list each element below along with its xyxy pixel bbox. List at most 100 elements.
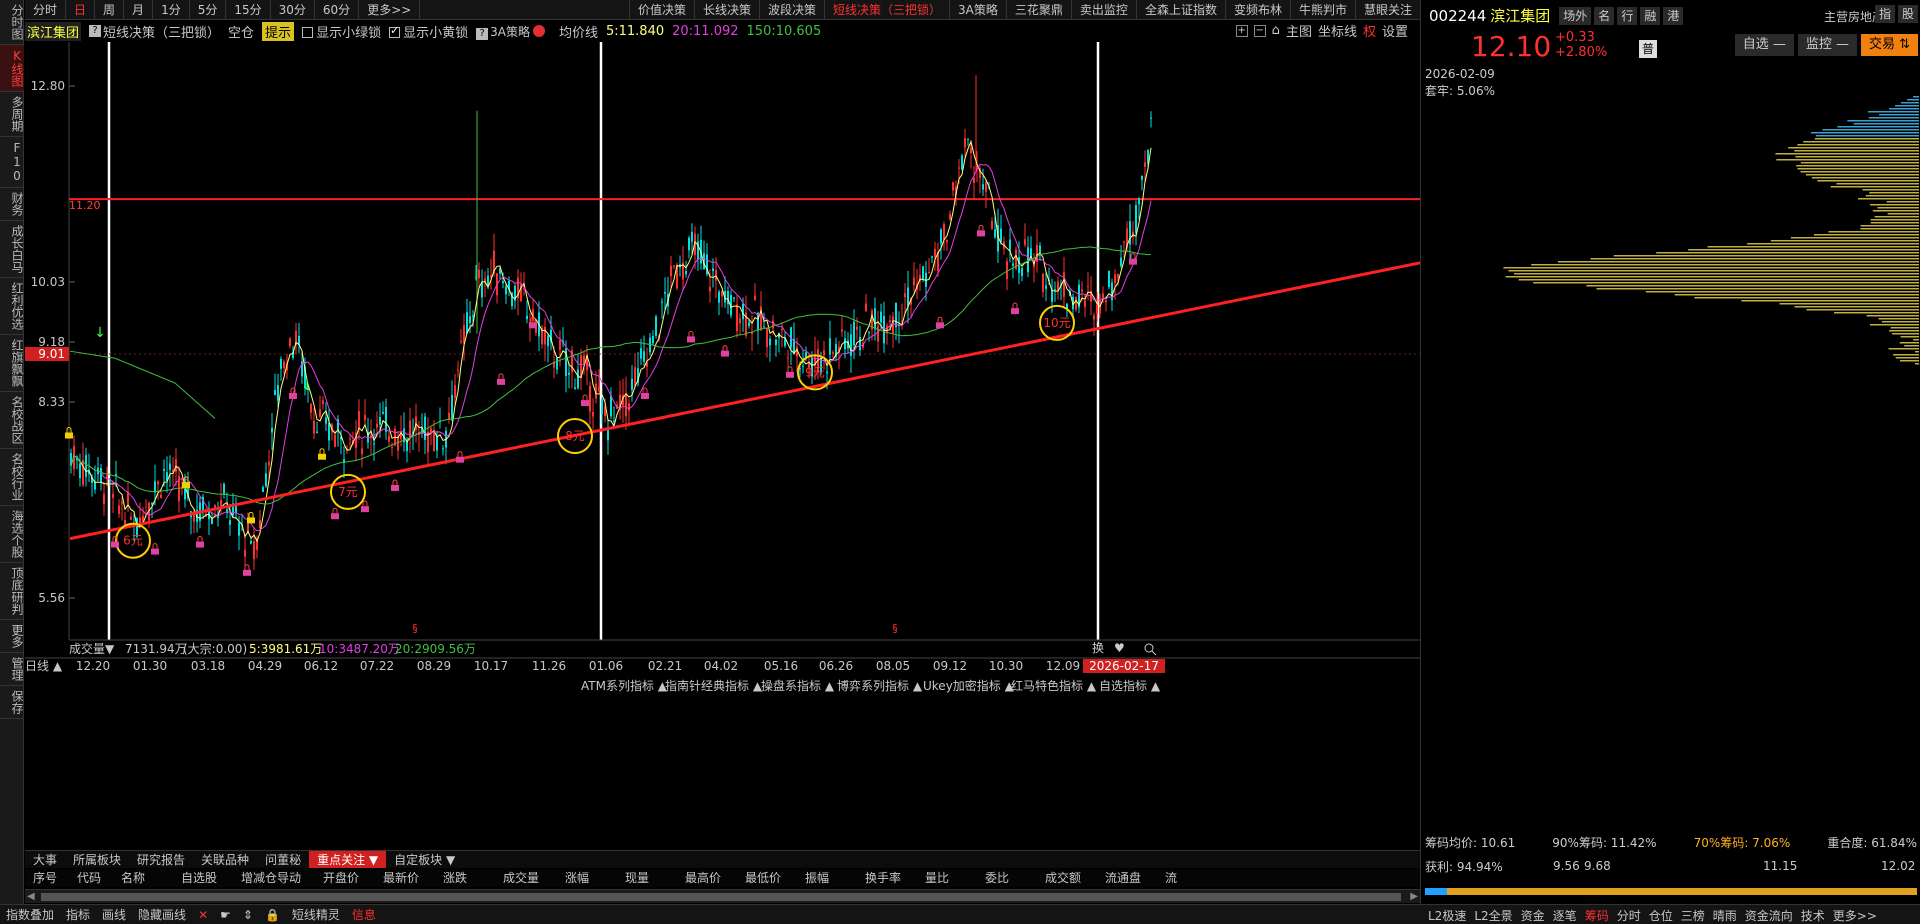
table-column-header[interactable]: 序号 — [25, 869, 69, 887]
statusbar-item[interactable]: 短线精灵 — [286, 906, 346, 923]
bottom-tab[interactable]: 关联品种 — [193, 851, 257, 868]
indicator-tab[interactable]: 红马特色指标 ▲ — [1011, 678, 1097, 693]
strategy-tab[interactable]: 价值决策 — [628, 0, 694, 20]
period-button[interactable]: 分时 — [25, 0, 67, 20]
settings-button[interactable]: 设置 — [1382, 21, 1408, 40]
strategy-tab[interactable]: 三花聚鼎 — [1005, 0, 1071, 20]
bottom-tab[interactable]: 研究报告 — [129, 851, 193, 868]
scroll-right-arrow[interactable]: ▶ — [1410, 891, 1418, 902]
3a-strategy[interactable]: ? 3A策略 — [476, 23, 545, 40]
right-bottom-tab[interactable]: 逐笔 — [1549, 907, 1581, 924]
indicator-tab[interactable]: 指南针经典指标 ▲ — [665, 678, 763, 693]
strategy-tab[interactable]: 慧眼关注 — [1354, 0, 1420, 20]
stock-tag[interactable]: 场外 — [1559, 7, 1592, 25]
period-button[interactable]: 15分 — [226, 0, 271, 20]
strategy-tab[interactable]: 短线决策（三把锁） — [824, 0, 949, 20]
table-column-header[interactable]: 换手率 — [857, 869, 917, 887]
show-yellow-lock-checkbox[interactable] — [389, 24, 401, 38]
leftnav-item[interactable]: 多周期 — [0, 92, 24, 137]
table-column-header[interactable]: 流 — [1157, 869, 1217, 887]
right-bottom-tab[interactable]: 晴雨 — [1709, 907, 1741, 924]
axis-button[interactable]: 坐标线 — [1318, 21, 1357, 40]
bottom-tab[interactable]: 问董秘 — [257, 851, 309, 868]
period-button[interactable]: 1分 — [153, 0, 190, 20]
table-column-header[interactable]: 涨幅 — [557, 869, 617, 887]
strategy-tab[interactable]: 长线决策 — [694, 0, 759, 20]
show-green-lock-checkbox[interactable] — [302, 26, 314, 38]
statusbar-item[interactable]: 🔒 — [259, 908, 286, 922]
period-button[interactable]: 周 — [95, 0, 125, 20]
table-column-header[interactable]: 名称 — [113, 869, 173, 887]
volume-tool[interactable]: 换 — [1092, 641, 1104, 655]
statusbar-item[interactable]: 信息 — [346, 906, 382, 923]
table-column-header[interactable]: 流通盘 — [1097, 869, 1157, 887]
statusbar-item[interactable]: ⇕ — [237, 908, 259, 922]
strategy-tab[interactable]: 3A策略 — [949, 0, 1006, 20]
statusbar-item[interactable]: ☛ — [214, 908, 237, 922]
right-bottom-tab[interactable]: 仓位 — [1645, 907, 1677, 924]
table-column-header[interactable]: 增减仓导动 — [233, 869, 315, 887]
leftnav-item[interactable]: 财务 — [0, 188, 24, 221]
rights-button[interactable]: 权 — [1363, 21, 1376, 40]
right-bottom-tab[interactable]: L2极速 — [1424, 907, 1470, 924]
indicator-tab[interactable]: Ukey加密指标 ▲ — [923, 678, 1015, 693]
table-column-header[interactable]: 涨跌 — [435, 869, 495, 887]
indicator-name[interactable]: 短线决策（三把锁） — [103, 22, 220, 41]
table-column-header[interactable]: 成交额 — [1037, 869, 1097, 887]
sector-tag[interactable]: 指 — [1874, 5, 1895, 23]
volume-tool[interactable]: ♥ — [1114, 641, 1125, 655]
trade-badge[interactable]: 普 — [1639, 40, 1657, 58]
bottom-tab[interactable]: 所属板块 — [65, 851, 129, 868]
show-yellow-lock-toggle[interactable]: 显示小黄锁 — [389, 22, 468, 41]
stock-tag[interactable]: 行 — [1617, 7, 1638, 25]
sector-tag[interactable]: 股 — [1897, 5, 1918, 23]
bottom-tab[interactable]: 重点关注 ▼ — [309, 851, 387, 868]
leftnav-item[interactable]: 名校行业 — [0, 449, 24, 506]
zoom-icon[interactable] — [1144, 643, 1154, 653]
period-button[interactable]: 月 — [124, 0, 154, 20]
leftnav-item[interactable]: 顶底研判 — [0, 563, 24, 620]
leftnav-item[interactable]: F10 — [0, 137, 24, 188]
leftnav-item[interactable]: 分时图 — [0, 0, 24, 45]
right-bottom-tab[interactable]: 技术 — [1797, 907, 1829, 924]
table-column-header[interactable]: 最低价 — [737, 869, 797, 887]
leftnav-item[interactable]: 保存 — [0, 686, 24, 719]
period-button[interactable]: 60分 — [315, 0, 360, 20]
table-column-header[interactable]: 最新价 — [375, 869, 435, 887]
right-bottom-tab[interactable]: 更多>> — [1829, 907, 1881, 924]
strategy-tab[interactable]: 全森上证指数 — [1135, 0, 1225, 20]
leftnav-item[interactable]: 海选个股 — [0, 506, 24, 563]
leftnav-item[interactable]: K线图 — [0, 45, 24, 92]
statusbar-item[interactable]: 画线 — [96, 906, 132, 923]
leftnav-item[interactable]: 更多 — [0, 620, 24, 653]
leftnav-item[interactable]: 成长白马 — [0, 221, 24, 278]
statusbar-item[interactable]: 指标 — [60, 906, 96, 923]
period-label[interactable]: 日线 ▲ — [25, 659, 63, 673]
right-bottom-tab[interactable]: 筹码 — [1581, 907, 1613, 924]
scroll-thumb[interactable] — [41, 893, 1401, 901]
statusbar-item[interactable]: ✕ — [192, 908, 214, 922]
table-column-header[interactable]: 自选股 — [173, 869, 233, 887]
table-scrollbar[interactable]: ◀ ▶ — [25, 889, 1420, 903]
right-bottom-tab[interactable]: 资金 — [1517, 907, 1549, 924]
indicator-tab[interactable]: ATM系列指标 ▲ — [581, 678, 668, 693]
period-button[interactable]: 30分 — [271, 0, 315, 20]
right-bottom-tab[interactable]: 三榜 — [1677, 907, 1709, 924]
stock-tag[interactable]: 名 — [1594, 7, 1615, 25]
leftnav-item[interactable]: 名校战区 — [0, 392, 24, 449]
bottom-tab[interactable]: 自定板块 ▼ — [386, 851, 463, 868]
statusbar-item[interactable]: 隐藏画线 — [132, 906, 192, 923]
strategy-tab[interactable]: 波段决策 — [759, 0, 824, 20]
kline-svg[interactable]: 12.8010.039.188.335.5611.209.016元7元8元9元1… — [25, 42, 1420, 782]
statusbar-item[interactable]: 指数叠加 — [0, 906, 60, 923]
collapse-icon[interactable]: − — [1253, 24, 1266, 37]
leftnav-item[interactable]: 管理 — [0, 653, 24, 686]
right-bottom-tab[interactable]: 资金流向 — [1741, 907, 1797, 924]
stock-tag[interactable]: 融 — [1640, 7, 1661, 25]
strategy-tab[interactable]: 卖出监控 — [1070, 0, 1136, 20]
period-button[interactable]: 5分 — [190, 0, 227, 20]
indicator-tab[interactable]: 自选指标 ▲ — [1099, 678, 1161, 693]
table-column-header[interactable]: 成交量 — [495, 869, 557, 887]
watchlist-button[interactable]: 自选 — — [1734, 34, 1794, 56]
trade-button[interactable]: 交易 ⇅ — [1860, 34, 1918, 56]
